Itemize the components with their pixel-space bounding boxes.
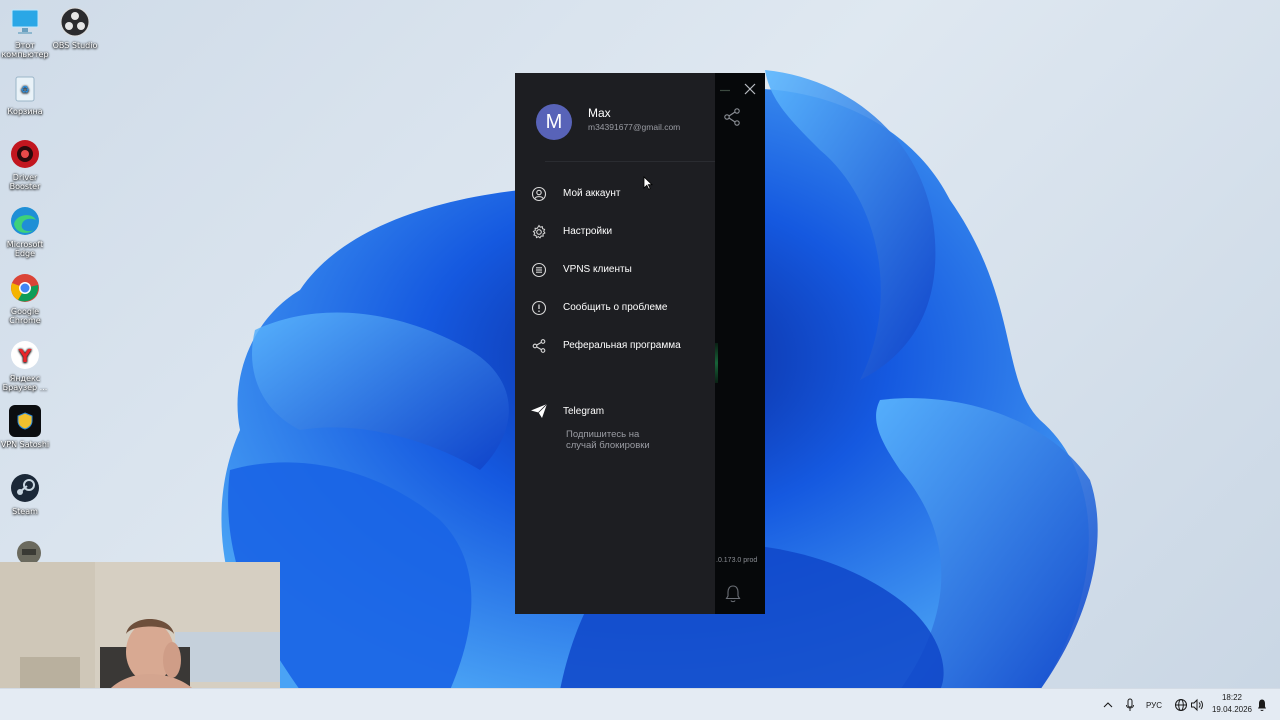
menu-item-vpns-clients[interactable]: VPNS клиенты [515, 256, 715, 284]
game-icon [13, 538, 45, 562]
monitor-icon [9, 6, 41, 38]
share-icon[interactable] [723, 107, 741, 127]
share-icon [532, 339, 546, 353]
desktop-icon-partial[interactable] [4, 538, 54, 562]
app-version: .0.173.0 prod [716, 557, 758, 564]
status-glow [715, 343, 718, 383]
bell-icon[interactable] [724, 584, 742, 604]
clock-time[interactable]: 18:22 [1212, 693, 1252, 702]
menu-item-label: Мой аккаунт [563, 188, 621, 199]
navigation-drawer: M Max m34391677@gmail.com Мой аккаунт На… [515, 73, 715, 614]
avatar[interactable]: M [536, 104, 572, 140]
svg-text:♻: ♻ [21, 85, 30, 96]
desktop-icon-label: Steam [12, 507, 38, 516]
mouse-cursor-icon [643, 176, 653, 190]
minimize-icon[interactable] [718, 83, 732, 97]
menu-item-label: Сообщить о проблеме [563, 302, 668, 313]
desktop-icon-vpn-satoshi[interactable]: VPN Satoshi [0, 405, 50, 449]
desktop-icon-recycle-bin[interactable]: ♻ Корзина [0, 72, 50, 116]
vpn-satoshi-icon [9, 405, 41, 437]
desktop-icon-steam[interactable]: Steam [0, 472, 50, 516]
account-icon [531, 186, 547, 202]
steam-icon [9, 472, 41, 504]
obs-icon [59, 6, 91, 38]
recycle-bin-icon: ♻ [9, 72, 41, 104]
desktop-icon-label: Google Chrome [9, 307, 41, 325]
microphone-icon[interactable] [1124, 697, 1136, 713]
list-icon [531, 262, 547, 278]
volume-icon[interactable] [1190, 697, 1204, 713]
desktop-icon-label: VPN Satoshi [0, 440, 50, 449]
menu-item-settings[interactable]: Настройки [515, 218, 715, 246]
desktop-icon-label: Яндекс Браузер ... [2, 374, 48, 392]
desktop-icon-label: Корзина [7, 107, 43, 116]
telegram-subtitle: Подпишитесь на случай блокировки [566, 429, 650, 451]
close-icon[interactable] [743, 82, 757, 96]
desktop-icon-yandex[interactable]: Y Яндекс Браузер ... [0, 339, 50, 392]
telegram-icon[interactable] [530, 403, 548, 419]
menu-item-label: Настройки [563, 226, 613, 237]
desktop-icon-this-pc[interactable]: Этот компьютер [0, 6, 50, 59]
desktop-icon-label: OBS Studio [52, 41, 98, 50]
user-name: Max [588, 106, 611, 120]
desktop-icon-label: Microsoft Edge [6, 240, 44, 258]
desktop-icon-chrome[interactable]: Google Chrome [0, 272, 50, 325]
alert-icon [531, 300, 547, 316]
language-indicator[interactable]: РУС [1146, 701, 1162, 717]
gear-icon [532, 224, 546, 239]
driver-booster-icon [9, 138, 41, 170]
menu-item-referral[interactable]: Реферальная программа [515, 332, 715, 360]
menu-item-label: VPNS клиенты [563, 264, 632, 275]
desktop-icon-label: Driver Booster [9, 173, 41, 191]
chrome-icon [9, 272, 41, 304]
drawer-divider [545, 161, 715, 162]
desktop-icon-driver-booster[interactable]: Driver Booster [0, 138, 50, 191]
network-globe-icon[interactable] [1174, 697, 1188, 713]
telegram-link[interactable]: Telegram [563, 406, 604, 417]
menu-item-report-problem[interactable]: Сообщить о проблеме [515, 294, 715, 322]
clock-date[interactable]: 19.04.2026 [1210, 705, 1254, 714]
chevron-up-icon[interactable] [1102, 697, 1114, 713]
edge-icon [9, 205, 41, 237]
desktop-icon-label: Этот компьютер [1, 41, 49, 59]
svg-text:Y: Y [17, 346, 32, 367]
notification-bell-icon[interactable] [1256, 697, 1268, 713]
taskbar: РУС 18:22 19.04.2026 [0, 688, 1280, 720]
menu-item-my-account[interactable]: Мой аккаунт [515, 180, 715, 208]
desktop-icon-edge[interactable]: Microsoft Edge [0, 205, 50, 258]
yandex-icon: Y [9, 339, 41, 371]
desktop-icon-obs[interactable]: OBS Studio [50, 6, 100, 50]
menu-item-label: Реферальная программа [563, 340, 681, 351]
vpn-app-window: M Max m34391677@gmail.com Мой аккаунт На… [515, 73, 765, 614]
user-email: m34391677@gmail.com [588, 122, 681, 132]
